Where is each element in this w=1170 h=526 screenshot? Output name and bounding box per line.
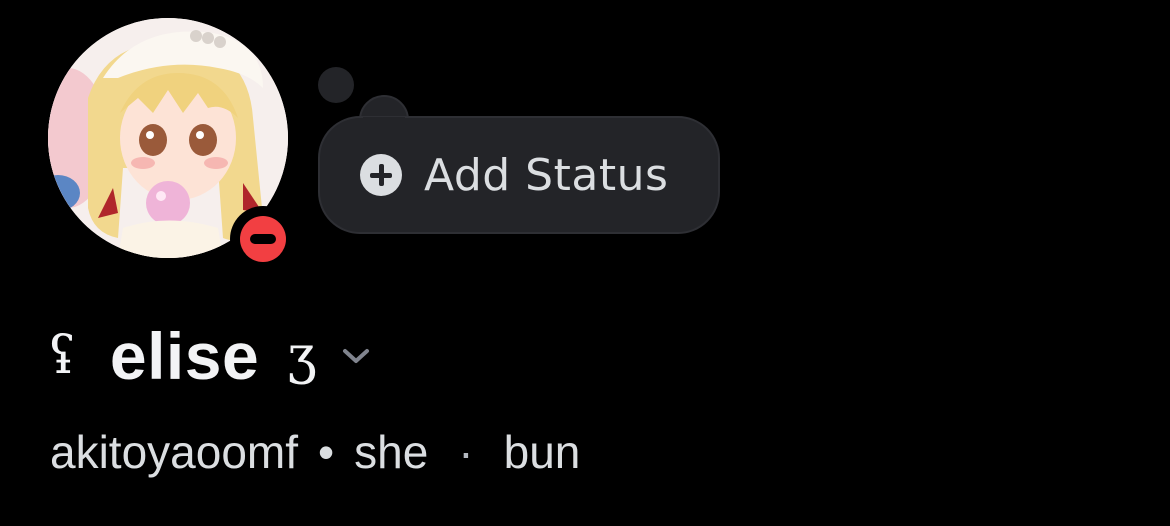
separator-dot: • — [318, 426, 335, 478]
dnd-status-icon — [230, 206, 296, 272]
name-decoration-left: ʢ — [48, 326, 76, 386]
bubble-join — [363, 117, 405, 129]
pronouns-extra: bun — [503, 426, 581, 478]
username: akitoyaoomf — [50, 426, 299, 478]
username-row: akitoyaoomf • she · bun — [50, 422, 580, 482]
name-decoration-right: ʒ — [287, 326, 317, 386]
add-status-button[interactable]: Add Status — [318, 116, 720, 234]
plus-circle-icon — [360, 154, 402, 196]
separator-middot: · — [458, 426, 474, 478]
chevron-down-icon[interactable] — [339, 339, 373, 373]
pronouns: she — [354, 426, 429, 478]
add-status-label: Add Status — [424, 149, 669, 201]
display-name: elise — [109, 319, 260, 393]
display-name-row[interactable]: ʢ elise ʒ — [48, 316, 373, 396]
dnd-status-indicator — [240, 216, 286, 262]
thought-bubble-small — [318, 67, 354, 103]
dnd-bar — [250, 234, 276, 244]
